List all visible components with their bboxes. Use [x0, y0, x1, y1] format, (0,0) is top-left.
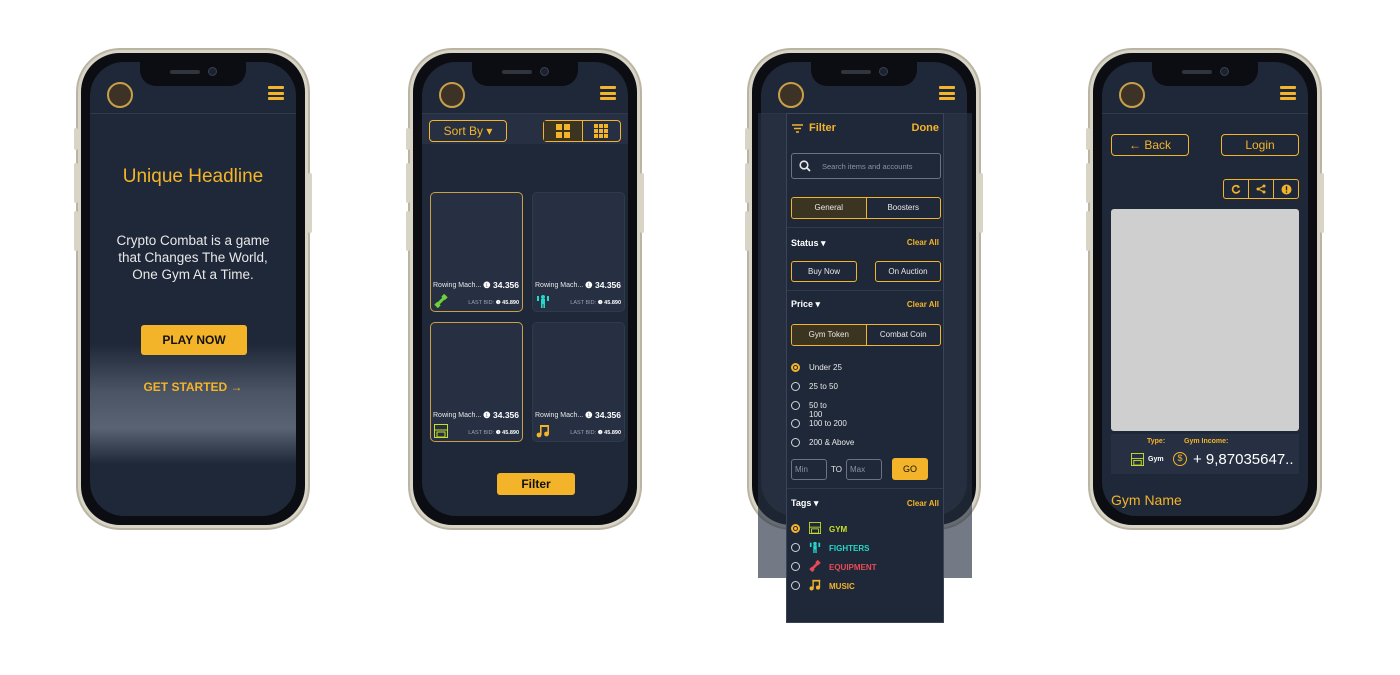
gym-info-bar: Type: Gym Income: Gym $ + 9,87035647.. — [1111, 434, 1299, 474]
sort-by-dropdown[interactable]: Sort By ▾ — [429, 120, 507, 142]
music-icon — [809, 579, 821, 593]
currency-toggle: Gym Token Combat Coin — [791, 324, 941, 346]
item-card[interactable]: Rowing Mach... ❶ 34.356 LAST BID: ❶ 45.8… — [532, 192, 625, 312]
phone-gym-detail: ← Back Login Type: Gym Income: Gym $ + 9… — [1086, 50, 1324, 528]
phone-landing: Unique Headline Crypto Combat is a game … — [74, 50, 312, 528]
gym-icon — [434, 424, 448, 438]
tab-boosters[interactable]: Boosters — [867, 198, 941, 218]
gym-name: Gym Name — [1111, 492, 1182, 508]
filter-tabs: General Boosters — [791, 197, 941, 219]
buy-now-button[interactable]: Buy Now — [791, 261, 857, 282]
min-price-input[interactable]: Min — [791, 459, 827, 480]
tab-general[interactable]: General — [792, 198, 867, 218]
gym-image-placeholder — [1111, 209, 1299, 431]
gym-icon — [1131, 453, 1144, 471]
menu-icon[interactable] — [600, 86, 616, 100]
price-clear-all[interactable]: Clear All — [907, 300, 939, 309]
alert-icon[interactable] — [1274, 180, 1298, 198]
on-auction-button[interactable]: On Auction — [875, 261, 941, 282]
search-input[interactable]: Search items and accounts — [822, 162, 912, 171]
gym-icon — [809, 522, 821, 536]
mockup-stage: Unique Headline Crypto Combat is a game … — [0, 0, 1400, 675]
tags-heading[interactable]: Tags ▾ — [791, 498, 818, 509]
grid-small-icon[interactable] — [583, 121, 621, 141]
radio-tag-music[interactable] — [791, 581, 800, 590]
radio-200-above[interactable] — [791, 438, 800, 447]
item-card[interactable]: Rowing Mach... ❶ 34.356 LAST BID: ❶ 45.8… — [430, 322, 523, 442]
filter-panel: Filter Done Search items and accounts Ge… — [786, 113, 944, 623]
radio-50-100[interactable] — [791, 401, 800, 410]
action-icons — [1223, 179, 1299, 199]
music-icon — [536, 424, 550, 438]
go-button[interactable]: GO — [892, 458, 928, 480]
back-button[interactable]: ← Back — [1111, 134, 1189, 156]
price-heading[interactable]: Price ▾ — [791, 299, 820, 310]
coin-icon: $ — [1173, 452, 1187, 466]
tag-fighters: FIGHTERS — [829, 544, 870, 553]
headline: Unique Headline — [122, 166, 264, 187]
refresh-icon[interactable] — [1224, 180, 1249, 198]
filter-lines-icon — [792, 124, 803, 135]
done-button[interactable]: Done — [912, 122, 940, 134]
type-value: Gym — [1148, 456, 1164, 463]
tags-clear-all[interactable]: Clear All — [907, 499, 939, 508]
dumbbell-icon — [809, 559, 821, 574]
max-price-input[interactable]: Max — [846, 459, 882, 480]
phone-marketplace: Sort By ▾ Rowing Mach... ❶ 34.356 LAST B… — [406, 50, 644, 528]
income-label: Gym Income: — [1184, 438, 1229, 445]
avatar[interactable] — [1119, 82, 1145, 108]
radio-25-50[interactable] — [791, 382, 800, 391]
radio-tag-fighters[interactable] — [791, 543, 800, 552]
tagline: Crypto Combat is a game that Changes The… — [116, 233, 270, 282]
gym-token-option[interactable]: Gym Token — [792, 325, 867, 345]
to-label: TO — [831, 465, 842, 474]
item-card[interactable]: Rowing Mach... ❶ 34.356 LAST BID: ❶ 45.8… — [430, 192, 523, 312]
menu-icon[interactable] — [939, 86, 955, 100]
view-toggle — [543, 120, 621, 142]
sort-bar: Sort By ▾ — [422, 114, 628, 144]
menu-icon[interactable] — [1280, 86, 1296, 100]
avatar[interactable] — [107, 82, 133, 108]
tag-gym: GYM — [829, 525, 848, 534]
grid-large-icon[interactable] — [544, 121, 583, 141]
combat-coin-option[interactable]: Combat Coin — [867, 325, 941, 345]
radio-under-25[interactable] — [791, 363, 800, 372]
type-label: Type: — [1147, 438, 1166, 445]
filter-button[interactable]: Filter — [497, 473, 575, 495]
tag-equipment: EQUIPMENT — [829, 563, 877, 572]
income-value: + 9,87035647.. — [1193, 451, 1294, 468]
play-now-button[interactable]: PLAY NOW — [141, 325, 247, 355]
fighter-icon — [536, 294, 550, 308]
fighter-icon — [809, 541, 821, 555]
item-card[interactable]: Rowing Mach... ❶ 34.356 LAST BID: ❶ 45.8… — [532, 322, 625, 442]
menu-icon[interactable] — [268, 86, 284, 100]
login-button[interactable]: Login — [1221, 134, 1299, 156]
search-icon — [799, 160, 811, 174]
status-heading[interactable]: Status ▾ — [791, 238, 826, 249]
share-icon[interactable] — [1249, 180, 1274, 198]
avatar[interactable] — [778, 82, 804, 108]
filter-title: Filter — [809, 122, 836, 134]
glow-background — [90, 344, 296, 464]
dumbbell-icon — [434, 293, 448, 309]
avatar[interactable] — [439, 82, 465, 108]
status-clear-all[interactable]: Clear All — [907, 238, 939, 247]
radio-100-200[interactable] — [791, 419, 800, 428]
search-box[interactable]: Search items and accounts — [791, 153, 941, 179]
get-started-link[interactable]: GET STARTED → — [90, 380, 296, 394]
tag-music: MUSIC — [829, 582, 855, 591]
radio-tag-gym[interactable] — [791, 524, 800, 533]
radio-tag-equipment[interactable] — [791, 562, 800, 571]
